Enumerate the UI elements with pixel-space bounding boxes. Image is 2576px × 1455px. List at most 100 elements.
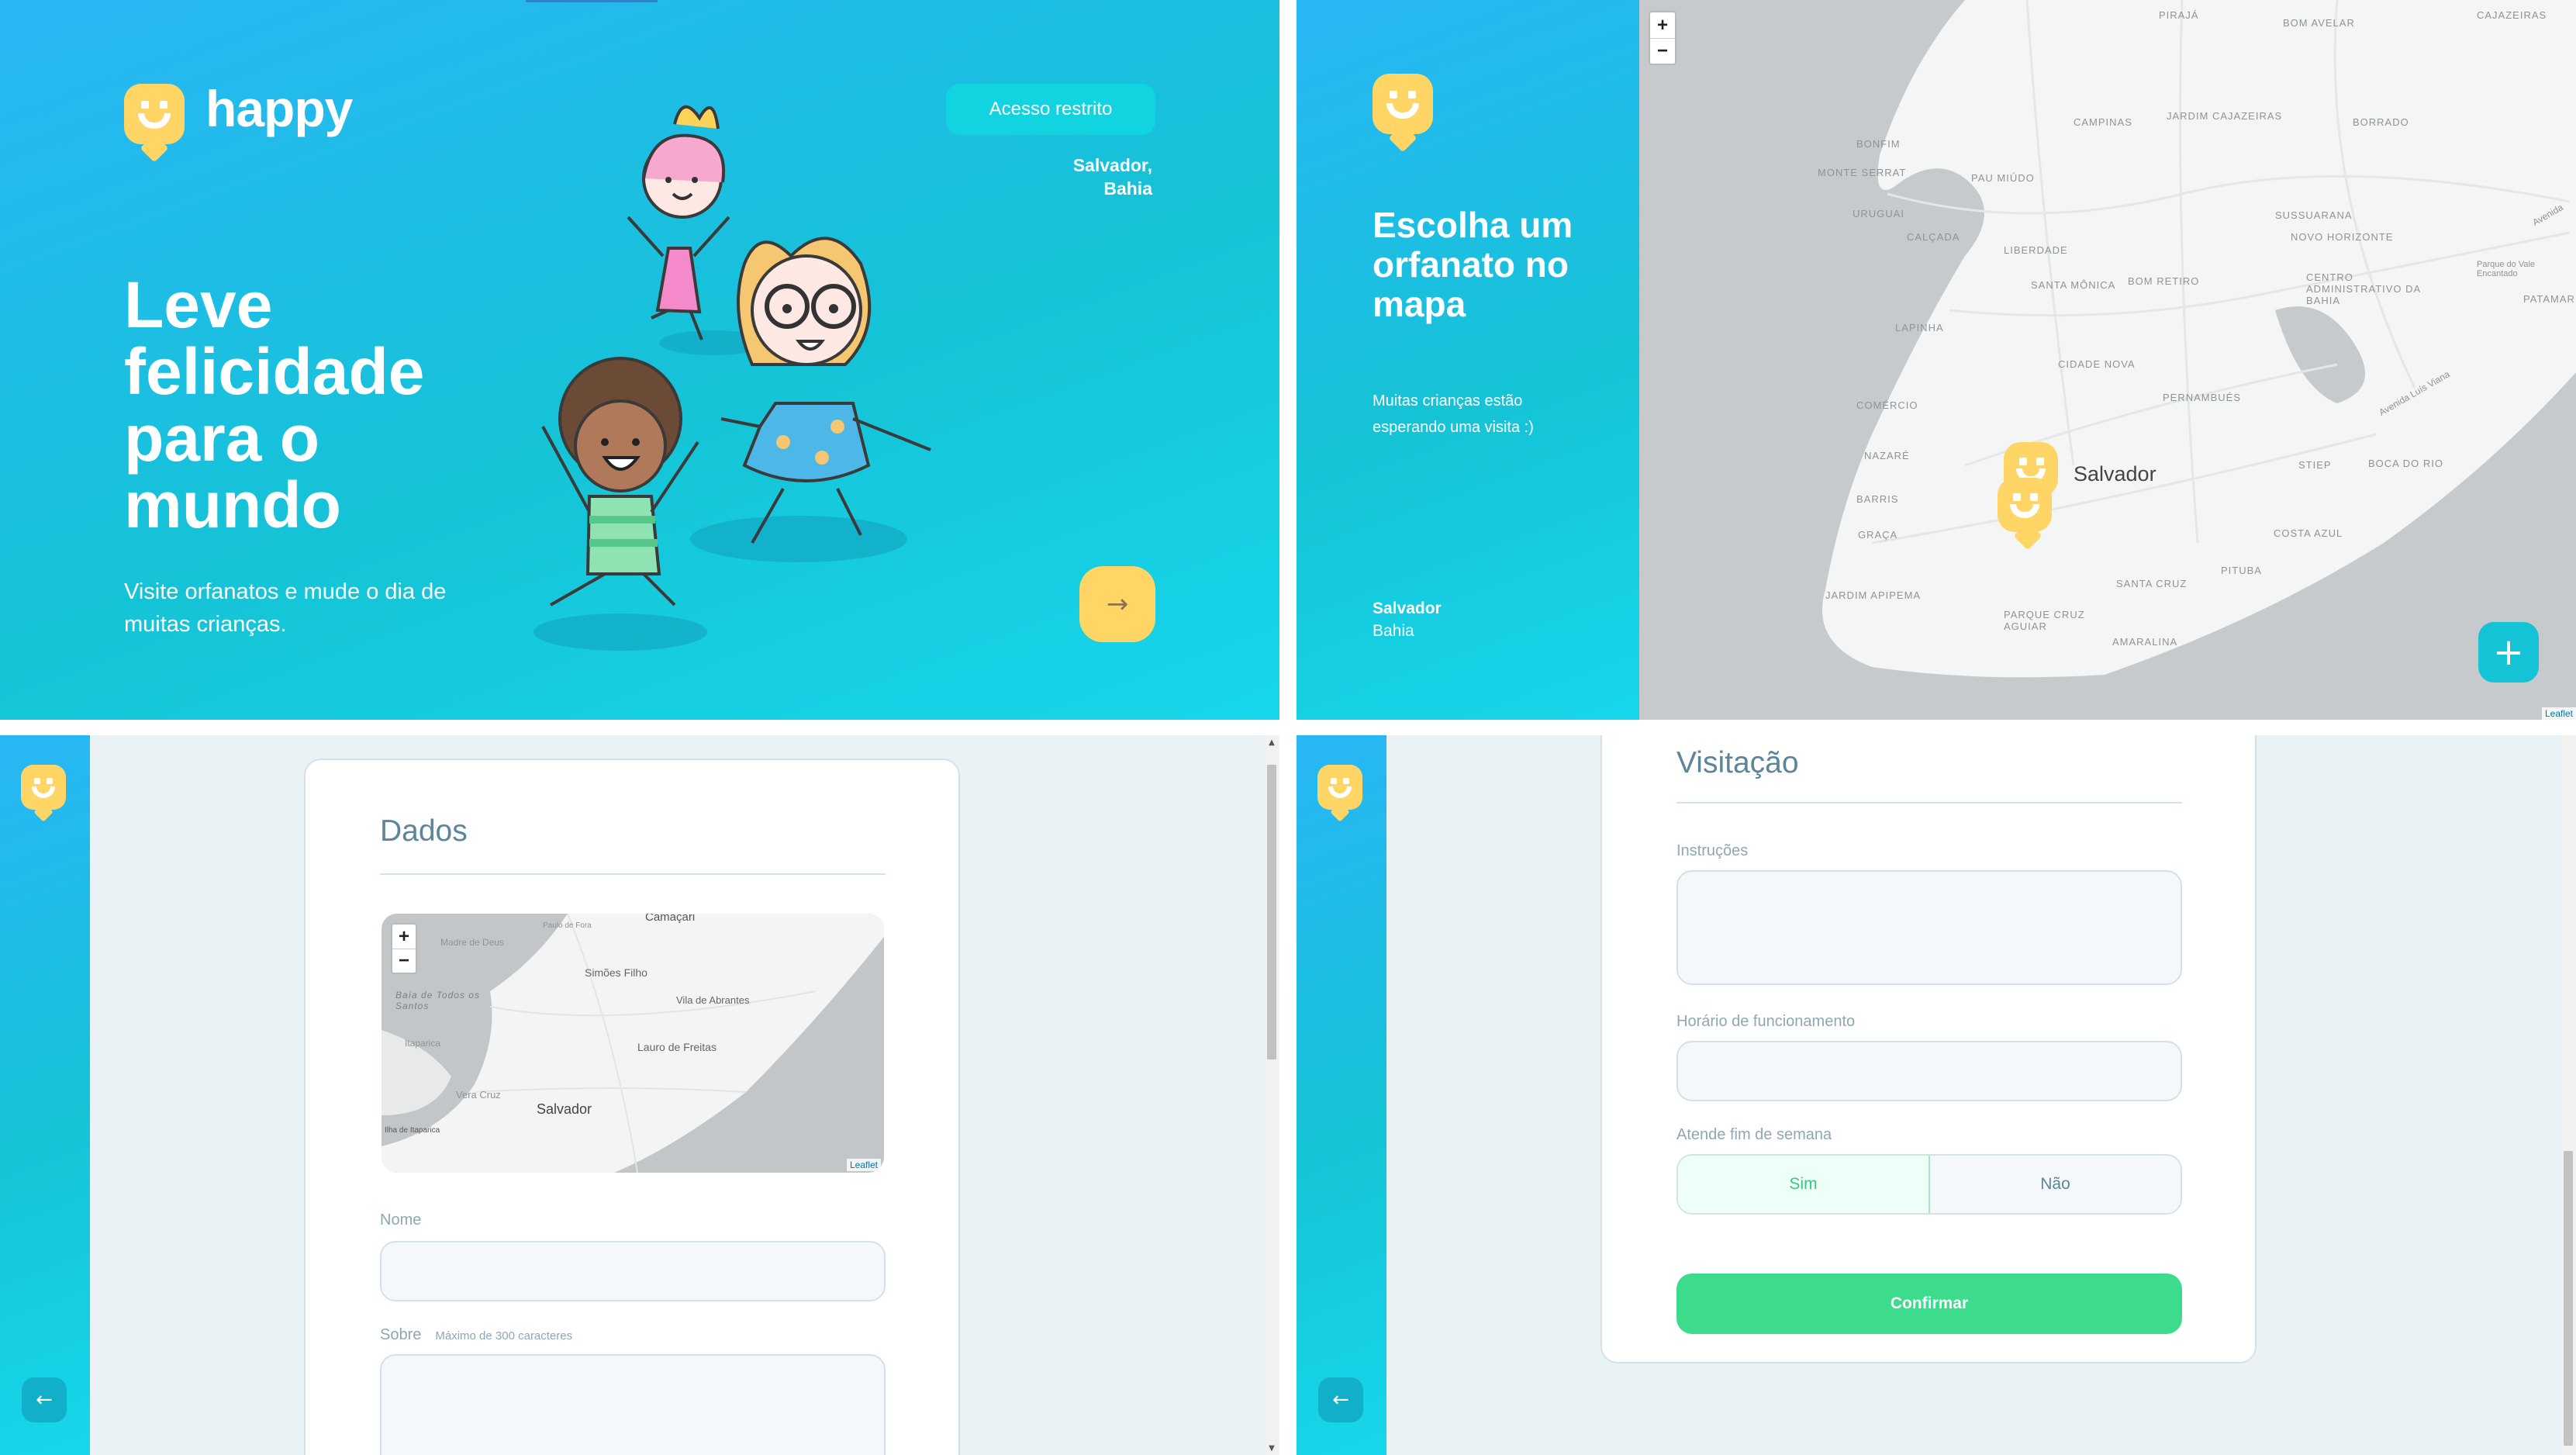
location-picker-map[interactable]: Camaçari Madre de Deus Paulo de Fora Baí… bbox=[382, 914, 884, 1173]
weekend-no-button[interactable]: Não bbox=[1930, 1156, 2181, 1213]
happy-logo-icon bbox=[1373, 74, 1433, 134]
page-headline: Leve felicidade para o mundo bbox=[124, 268, 425, 541]
arrow-right-icon: → bbox=[1106, 589, 1129, 620]
map-attribution[interactable]: Leaflet bbox=[846, 1159, 881, 1171]
landing-page: happy Acesso restrito Salvador, Bahia Le… bbox=[0, 0, 1279, 720]
scroll-down-icon[interactable]: ▼ bbox=[1264, 1441, 1279, 1455]
confirm-button[interactable]: Confirmar bbox=[1676, 1274, 2182, 1334]
map-zoom-control: + − bbox=[1649, 11, 1676, 65]
scroll-thumb[interactable] bbox=[2564, 1151, 2573, 1446]
map-label: Camaçari bbox=[645, 914, 696, 924]
map-label: Nazaré bbox=[1864, 450, 1910, 461]
opening-hours-input[interactable] bbox=[1676, 1041, 2182, 1101]
map-label: Jardim Apipema bbox=[1825, 589, 1922, 601]
opening-hours-label: Horário de funcionamento bbox=[1676, 1013, 1856, 1030]
zoom-out-button[interactable]: − bbox=[392, 949, 416, 973]
map-marker-icon[interactable] bbox=[1998, 478, 2052, 532]
name-input[interactable] bbox=[380, 1241, 886, 1301]
map-label: Sussuarana bbox=[2275, 209, 2353, 221]
weekend-yes-button[interactable]: Sim bbox=[1678, 1156, 1930, 1213]
about-textarea[interactable] bbox=[380, 1354, 886, 1455]
map-label: Costa Azul bbox=[2274, 527, 2343, 539]
map-label: Santa Cruz bbox=[2116, 578, 2188, 589]
instructions-textarea[interactable] bbox=[1676, 870, 2182, 985]
create-orphanage-form-visit: ← Visitação Instruções Horário de funcio… bbox=[1297, 735, 2576, 1455]
section-divider bbox=[380, 873, 886, 875]
page-scrollbar[interactable] bbox=[2560, 735, 2576, 1455]
map-label: Madre de Deus bbox=[440, 937, 505, 948]
scroll-thumb[interactable] bbox=[1267, 765, 1276, 1059]
arrow-left-icon: ← bbox=[1332, 1388, 1349, 1412]
map-label: Vila de Abrantes bbox=[676, 994, 750, 1006]
map-city-label: Salvador bbox=[2074, 462, 2156, 486]
zoom-in-button[interactable]: + bbox=[1650, 12, 1675, 38]
map-label: Graça bbox=[1858, 529, 1898, 541]
location: Salvador, Bahia bbox=[1073, 154, 1152, 200]
form-sidebar: ← bbox=[1297, 735, 1386, 1455]
map-label: Pau Miúdo bbox=[1971, 172, 2035, 184]
map-label: Calçada bbox=[1907, 231, 1960, 243]
map-label: Comércio bbox=[1856, 399, 1918, 411]
mini-map-zoom-control: + − bbox=[391, 923, 417, 974]
map-label: Borrado bbox=[2353, 116, 2409, 128]
map-location: Salvador Bahia bbox=[1373, 597, 1442, 642]
map-label: Campinas bbox=[2074, 116, 2132, 128]
map-location-city: Salvador bbox=[1373, 600, 1442, 617]
brand-name: happy bbox=[205, 80, 353, 137]
section-divider bbox=[1676, 802, 2182, 804]
create-orphanage-button[interactable]: + bbox=[2478, 622, 2539, 683]
zoom-in-button[interactable]: + bbox=[392, 924, 416, 949]
plus-icon: + bbox=[2492, 631, 2525, 674]
back-button[interactable]: ← bbox=[22, 1377, 67, 1422]
zoom-out-button[interactable]: − bbox=[1650, 38, 1675, 64]
map-label: Bom Avelar bbox=[2283, 17, 2355, 29]
create-orphanage-form-data: ← Dados Camaçari Madre de Deus Paulo de … bbox=[0, 735, 1279, 1455]
map-label: Bonfim bbox=[1856, 138, 1901, 150]
map-page-title: Escolha um orfanato no mapa bbox=[1373, 205, 1573, 324]
enter-app-button[interactable]: → bbox=[1079, 566, 1155, 642]
location-state: Bahia bbox=[1103, 178, 1152, 199]
map-label: Lapinha bbox=[1895, 322, 1944, 334]
map-label: Amaralina bbox=[2112, 636, 2178, 648]
form-sidebar: ← bbox=[0, 735, 90, 1455]
map-label: Itaparica bbox=[405, 1038, 441, 1049]
map-label: Boca do Rio bbox=[2368, 458, 2443, 469]
happy-logo-icon bbox=[21, 765, 66, 810]
map-label: Vera Cruz bbox=[456, 1089, 501, 1101]
map-label: Patamares bbox=[2523, 293, 2576, 305]
map-label: Lauro de Freitas bbox=[637, 1041, 717, 1053]
page-scrollbar[interactable]: ▲ ▼ bbox=[1264, 735, 1279, 1455]
mini-map-land bbox=[382, 914, 884, 1173]
map-label: Liberdade bbox=[2004, 244, 2068, 256]
arrow-left-icon: ← bbox=[36, 1388, 53, 1412]
weekend-toggle: Sim Não bbox=[1676, 1154, 2182, 1215]
map-label: Parque Cruz Aguiar bbox=[2004, 609, 2085, 632]
map-label: Pirajá bbox=[2159, 9, 2199, 21]
map-label: Centro Administrativo da Bahia bbox=[2306, 271, 2421, 306]
map-attribution[interactable]: Leaflet bbox=[2541, 707, 2576, 720]
page-subline: Visite orfanatos e mude o dia de muitas … bbox=[124, 579, 447, 637]
map-label: Pituba bbox=[2221, 565, 2262, 576]
map-label: Uruguai bbox=[1853, 208, 1904, 219]
map-location-state: Bahia bbox=[1373, 622, 1414, 640]
weekend-label: Atende fim de semana bbox=[1676, 1126, 1832, 1143]
map-label: Bom Retiro bbox=[2128, 275, 2200, 287]
scroll-up-icon[interactable]: ▲ bbox=[1264, 735, 1279, 749]
map-label: Ilha de Itaparica bbox=[385, 1126, 440, 1135]
map-label: Barris bbox=[1856, 493, 1899, 505]
map-label: Paulo de Fora bbox=[543, 921, 592, 930]
map-label: Stiep bbox=[2298, 459, 2332, 471]
about-hint: Máximo de 300 caracteres bbox=[435, 1329, 573, 1343]
map-label: Cajazeiras bbox=[2477, 9, 2547, 21]
orphanages-map-page: Escolha um orfanato no mapa Muitas crian… bbox=[1297, 0, 2576, 720]
back-button[interactable]: ← bbox=[1318, 1377, 1363, 1422]
orphanages-map[interactable]: Pirajá Bom Avelar Cajazeiras Campinas Ja… bbox=[1639, 0, 2576, 720]
happy-logo-icon bbox=[1317, 765, 1362, 810]
location-city: Salvador, bbox=[1072, 155, 1152, 175]
window-edge-marker bbox=[526, 0, 658, 2]
happy-logo-icon bbox=[124, 84, 185, 144]
map-label: Santa Mônica bbox=[2031, 279, 2116, 291]
about-label-text: Sobre bbox=[380, 1326, 422, 1343]
map-label: Pernambués bbox=[2163, 392, 2242, 403]
map-label: Simões Filho bbox=[585, 966, 647, 979]
